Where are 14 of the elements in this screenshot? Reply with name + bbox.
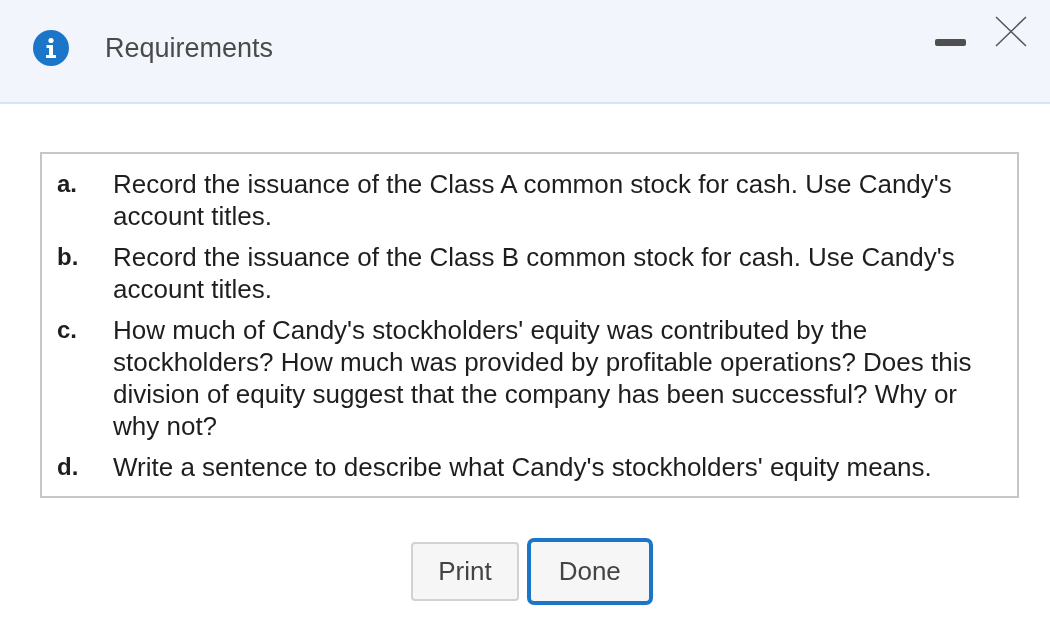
done-button[interactable]: Done	[526, 538, 653, 605]
requirement-text: Write a sentence to describe what Candy's stockholders' equity means.	[113, 451, 933, 483]
minimize-icon[interactable]	[935, 38, 966, 46]
print-button[interactable]: Print	[411, 542, 519, 601]
dialog-title: Requirements	[105, 32, 274, 64]
requirement-text: How much of Candy's stockholders' equity was contributed by the stockholders? How much was provided by profitable operations? Does this division of equity suggest that the company has been successful? Why or why not?	[113, 314, 973, 442]
info-icon	[33, 30, 69, 66]
item-letter: d.	[57, 452, 80, 482]
requirement-text: Record the issuance of the Class A common stock for cash. Use Candy's account titles.	[113, 168, 953, 232]
close-icon[interactable]	[995, 15, 1027, 47]
requirement-text: Record the issuance of the Class B common stock for cash. Use Candy's account titles.	[113, 241, 956, 305]
item-letter: a.	[57, 169, 78, 199]
item-letter: c.	[57, 315, 78, 345]
item-letter: b.	[57, 242, 80, 272]
